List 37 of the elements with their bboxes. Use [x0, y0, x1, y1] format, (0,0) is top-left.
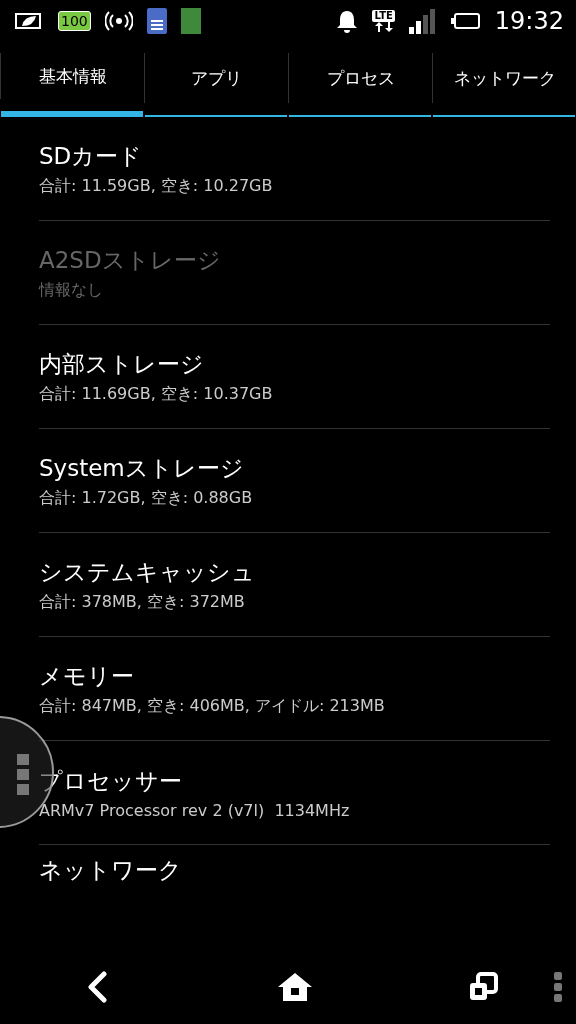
- item-detail: 合計: 378MB, 空き: 372MB: [39, 591, 246, 613]
- recent-apps-button[interactable]: [468, 972, 498, 1002]
- app-icon: [180, 8, 201, 34]
- item-detail: ARMv7 Processor rev 2 (v7l) 1134MHz: [39, 800, 351, 820]
- list-item[interactable]: メモリー 合計: 847MB, 空き: 406MB, アイドル: 213MB: [39, 637, 550, 741]
- item-detail: 合計: 11.69GB, 空き: 10.37GB: [39, 383, 274, 405]
- item-title: A2SDストレージ: [39, 245, 222, 275]
- battery-badge: 100: [58, 11, 91, 31]
- bell-icon: [336, 9, 359, 33]
- tab[interactable]: ネットワーク: [432, 42, 576, 117]
- leaf-battery-icon: [14, 11, 44, 31]
- item-title: システムキャッシュ: [39, 557, 256, 587]
- tab[interactable]: アプリ: [144, 42, 288, 117]
- list-item[interactable]: 内部ストレージ 合計: 11.69GB, 空き: 10.37GB: [39, 325, 550, 429]
- tab[interactable]: プロセス: [288, 42, 432, 117]
- signal-icon: [408, 8, 437, 34]
- list-item[interactable]: Systemストレージ 合計: 1.72GB, 空き: 0.88GB: [39, 429, 550, 533]
- battery-icon: [450, 12, 481, 30]
- clock-time: 19:32: [494, 7, 564, 35]
- home-button[interactable]: [278, 973, 312, 1001]
- menu-button[interactable]: [554, 972, 563, 1002]
- item-title: メモリー: [39, 661, 135, 691]
- list-item[interactable]: SDカード 合計: 11.59GB, 空き: 10.27GB: [39, 117, 550, 221]
- list-item[interactable]: ネットワーク: [39, 845, 550, 958]
- item-title: SDカード: [39, 141, 144, 171]
- item-detail: 情報なし: [39, 279, 104, 301]
- list-item[interactable]: システムキャッシュ 合計: 378MB, 空き: 372MB: [39, 533, 550, 637]
- item-detail: 合計: 11.59GB, 空き: 10.27GB: [39, 175, 274, 197]
- item-title: ネットワーク: [39, 856, 183, 885]
- tab[interactable]: 基本情報: [0, 42, 144, 117]
- item-title: 内部ストレージ: [39, 349, 205, 379]
- broadcast-icon: [104, 10, 133, 32]
- back-button[interactable]: [86, 971, 108, 1003]
- document-icon: [146, 8, 167, 34]
- item-detail: 合計: 847MB, 空き: 406MB, アイドル: 213MB: [39, 695, 386, 717]
- item-title: Systemストレージ: [39, 453, 245, 483]
- item-detail: 合計: 1.72GB, 空き: 0.88GB: [39, 487, 254, 509]
